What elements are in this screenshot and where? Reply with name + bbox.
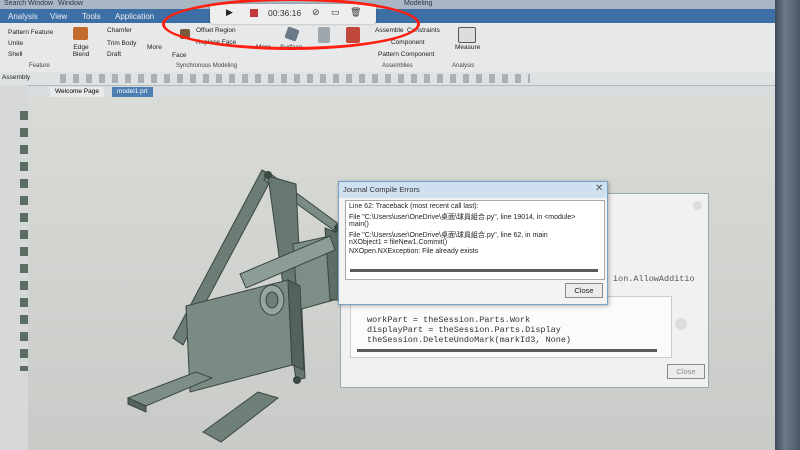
journal-compile-errors-dialog: Journal Compile Errors ✕ Line 62: Traceb… [338, 181, 608, 305]
error-line: File "C:\Users\user\OneDrive\桌面\球員組合.py"… [349, 214, 576, 221]
error-line: main() [349, 221, 369, 228]
back-close-button[interactable]: Close [667, 364, 705, 379]
error-line: NXOpen.NXException: File already exists [349, 248, 479, 255]
dialog-header: Journal Compile Errors ✕ [339, 182, 607, 198]
code-overflow-text: ion.AllowAdditio [613, 274, 695, 284]
code-area[interactable]: workPart = theSession.Parts.Work display… [350, 296, 672, 358]
code-scrollbar[interactable] [357, 349, 657, 352]
error-line: Line 62: Traceback (most recent call las… [349, 203, 479, 210]
code-line: workPart = theSession.Parts.Work [367, 315, 531, 325]
code-line: theSession.DeleteUndoMark(markId3, None) [367, 335, 572, 345]
help-icon[interactable] [693, 201, 702, 210]
close-button[interactable]: Close [565, 283, 603, 298]
code-line: displayPart = theSession.Parts.Display [367, 325, 561, 335]
joint-1 [264, 171, 272, 179]
horizontal-scrollbar[interactable] [350, 269, 598, 272]
dialog-title: Journal Compile Errors [343, 185, 420, 194]
monitor-bezel [775, 0, 800, 450]
fork-right [202, 391, 280, 443]
joint-3 [293, 376, 301, 384]
close-icon[interactable]: ✕ [595, 183, 603, 194]
error-text-box[interactable]: Line 62: Traceback (most recent call las… [345, 200, 605, 280]
scroll-dot[interactable] [675, 318, 687, 330]
red-annotation-circle [162, 0, 420, 50]
error-line: nXObject1 = fileNew1.Commit() [349, 239, 448, 246]
